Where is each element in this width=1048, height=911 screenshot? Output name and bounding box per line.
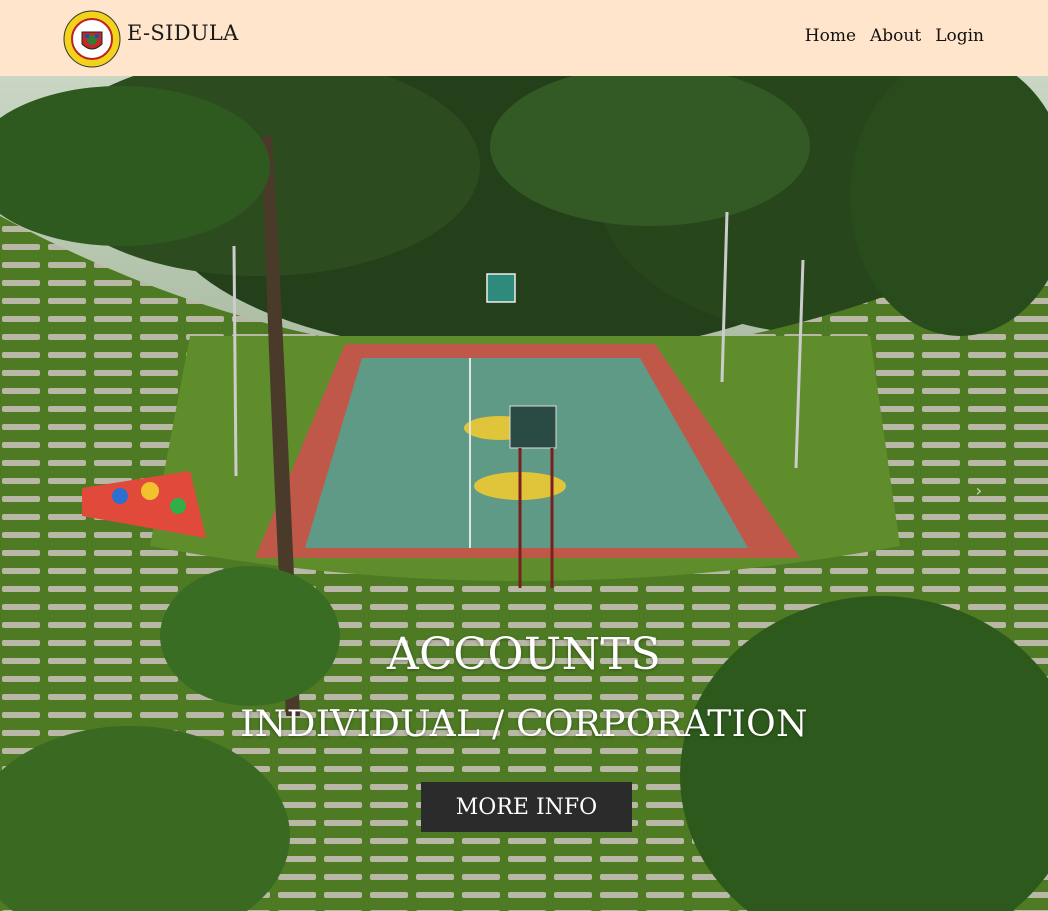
nav-login-link[interactable]: Login — [935, 26, 984, 46]
hero-title: ACCOUNTS — [386, 629, 662, 680]
navbar: E-SIDULA Home About Login — [0, 0, 1048, 76]
nav-home-link[interactable]: Home — [805, 26, 856, 46]
nav-about-link[interactable]: About — [870, 26, 921, 46]
chevron-right-icon[interactable]: › — [976, 481, 982, 500]
hero-subtitle: INDIVIDUAL / CORPORATION — [240, 704, 808, 745]
more-info-button[interactable]: MORE INFO — [421, 782, 632, 832]
brand[interactable]: E-SIDULA — [63, 10, 239, 68]
nav-links: Home About Login — [805, 26, 984, 46]
brand-name: E-SIDULA — [127, 21, 239, 45]
hero-carousel: ACCOUNTS INDIVIDUAL / CORPORATION MORE I… — [0, 76, 1048, 911]
city-seal-icon — [63, 10, 121, 68]
